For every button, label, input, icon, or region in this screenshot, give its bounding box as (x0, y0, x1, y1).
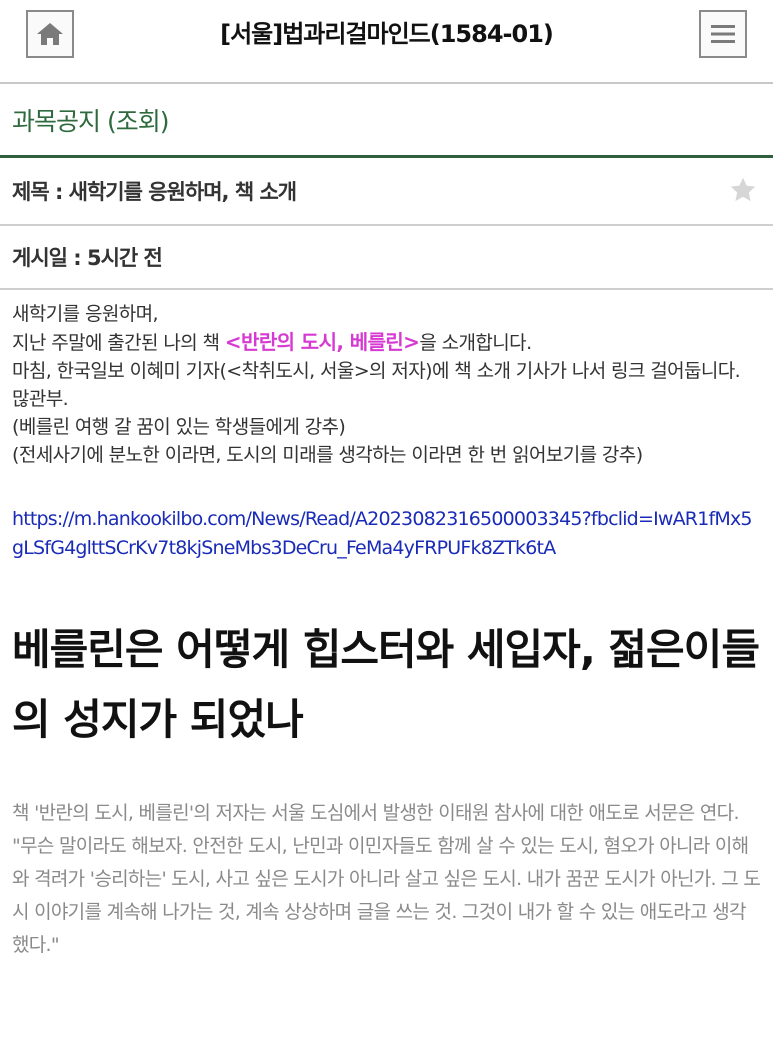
content-line: 마침, 한국일보 이혜미 기자(<착취도시, 서울>의 저자)에 책 소개 기사… (12, 360, 741, 410)
post-content: 새학기를 응원하며, 지난 주말에 출간된 나의 책 <반란의 도시, 베를린>… (0, 290, 773, 563)
content-text: 을 소개합니다. (419, 332, 532, 354)
post-subject-row: 제목 : 새학기를 응원하며, 책 소개 (0, 158, 773, 226)
star-icon[interactable] (729, 176, 757, 204)
article-summary: 책 '반란의 도시, 베를린'의 저자는 서울 도심에서 발생한 이태원 참사에… (12, 802, 761, 956)
content-line: 지난 주말에 출간된 나의 책 <반란의 도시, 베를린>을 소개합니다. (12, 328, 761, 357)
content-line: 새학기를 응원하며, (12, 303, 159, 325)
post-date: 게시일 : 5시간 전 (12, 246, 163, 270)
content-line: (베를린 여행 갈 꿈이 있는 학생들에게 강추) (12, 416, 346, 438)
home-icon (37, 23, 63, 45)
post-date-row: 게시일 : 5시간 전 (0, 226, 773, 290)
content-text: 지난 주말에 출간된 나의 책 (12, 332, 225, 354)
content-line: (전세사기에 분노한 이라면, 도시의 미래를 생각하는 이라면 한 번 읽어보… (12, 444, 643, 466)
book-title: <반란의 도시, 베를린> (224, 330, 420, 354)
course-title: [서울]법과리걸마인드(1584-01) (220, 20, 554, 48)
home-button[interactable] (26, 10, 74, 58)
hamburger-menu-icon (711, 25, 735, 43)
menu-button[interactable] (699, 10, 747, 58)
post-subject: 제목 : 새학기를 응원하며, 책 소개 (12, 180, 297, 204)
article-link[interactable]: https://m.hankookilbo.com/News/Read/A202… (12, 505, 761, 563)
article-headline[interactable]: 베를린은 어떻게 힙스터와 세입자, 젊은이들의 성지가 되었나 (12, 615, 761, 755)
section-title: 과목공지 (조회) (0, 84, 773, 158)
top-bar: [서울]법과리걸마인드(1584-01) (0, 0, 773, 84)
